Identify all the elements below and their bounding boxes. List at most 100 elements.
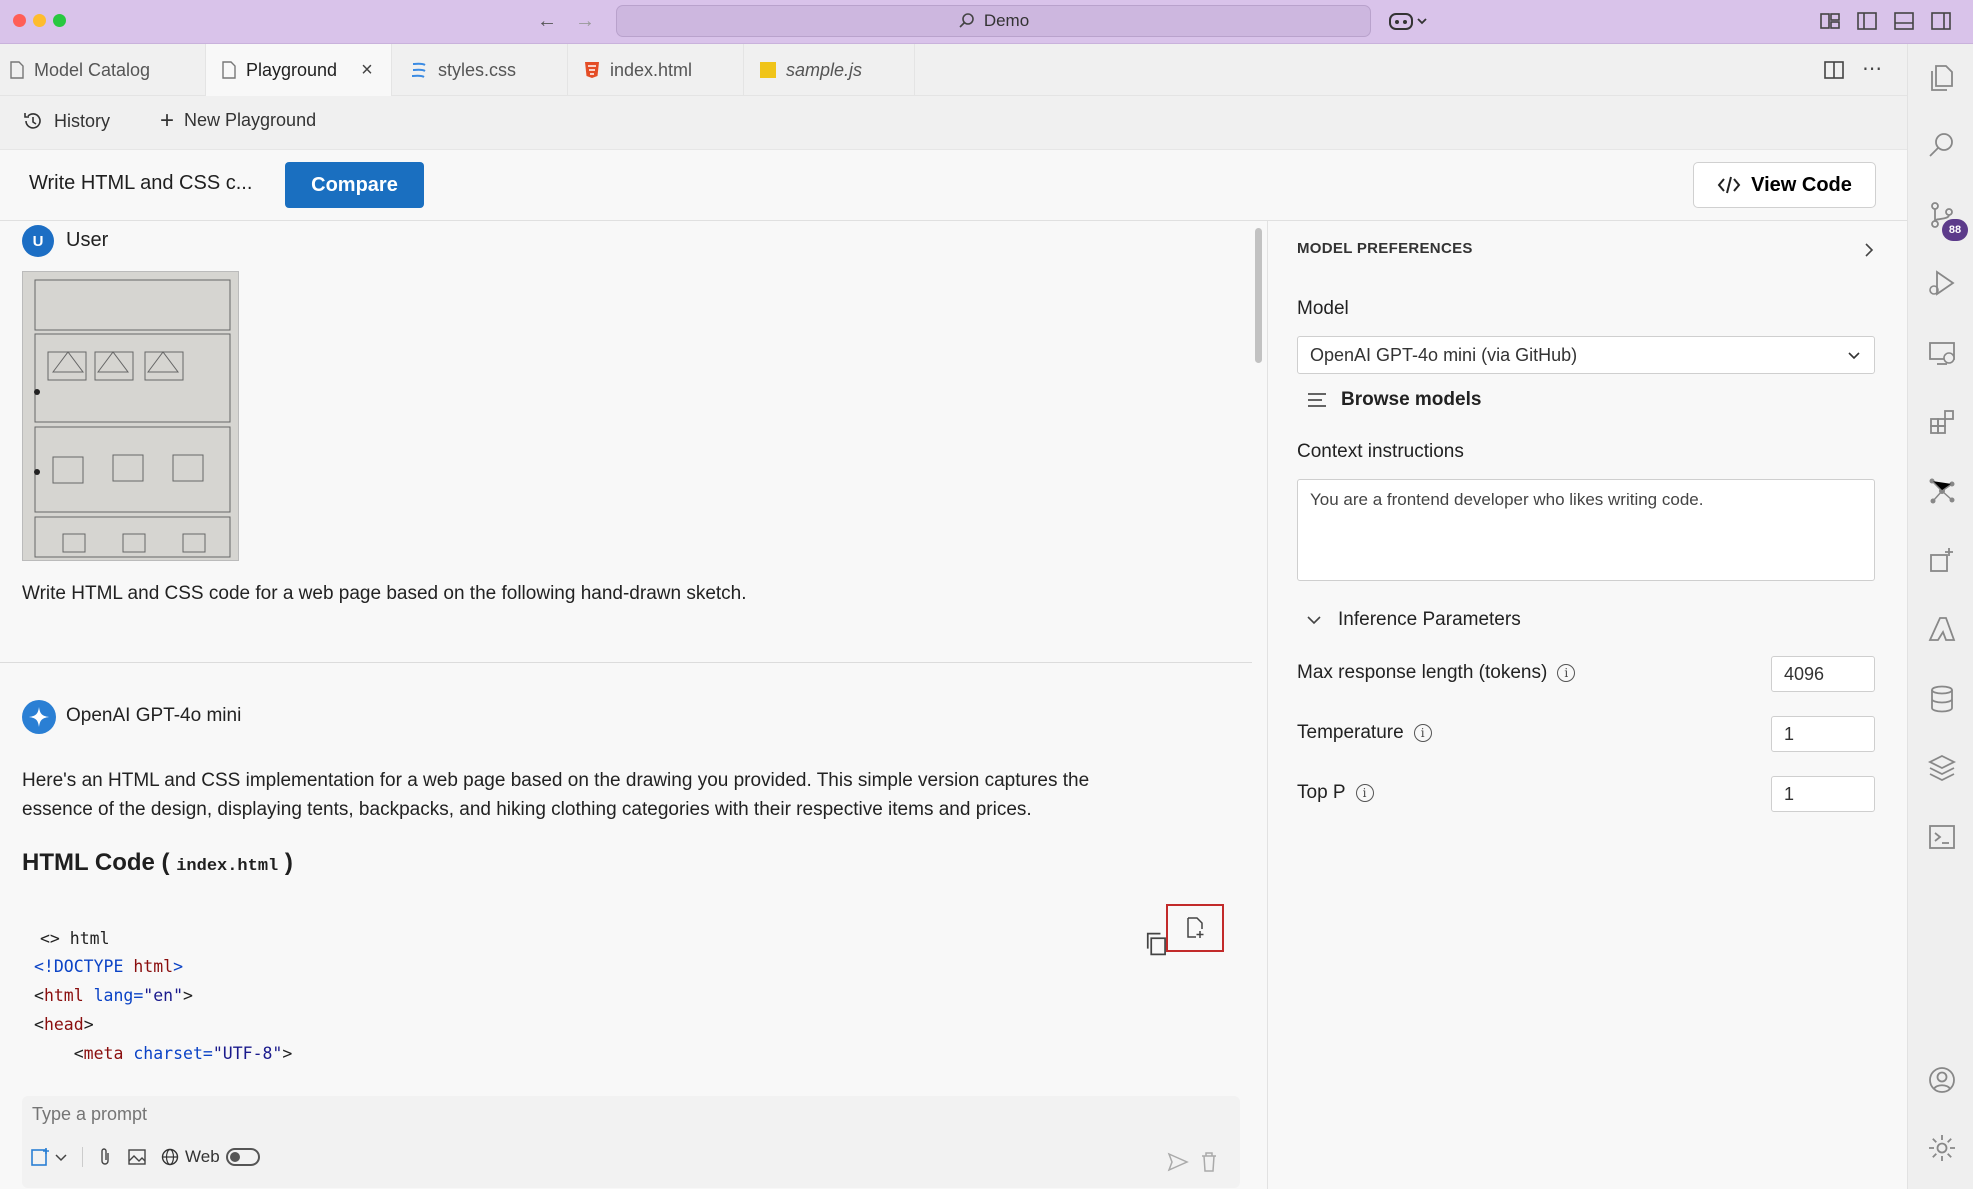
inference-parameters-label: Inference Parameters bbox=[1338, 609, 1521, 630]
compare-button[interactable]: Compare bbox=[285, 162, 424, 208]
top-p-input[interactable] bbox=[1771, 776, 1875, 812]
playground-header: Write HTML and CSS c... Compare View Cod… bbox=[0, 150, 1907, 221]
code-language-label: <> html bbox=[40, 929, 110, 948]
tab-label: sample.js bbox=[786, 59, 863, 80]
close-tab-icon[interactable]: × bbox=[361, 59, 373, 82]
prompt-input[interactable] bbox=[32, 1104, 1222, 1125]
tab-model-catalog[interactable]: Model Catalog bbox=[0, 44, 206, 96]
split-editor-icon[interactable] bbox=[1824, 60, 1844, 80]
search-icon[interactable] bbox=[1927, 130, 1957, 160]
model-value: OpenAI GPT-4o mini (via GitHub) bbox=[1310, 344, 1578, 365]
temperature-row: Temperature i bbox=[1297, 722, 1432, 744]
forward-arrow-icon[interactable]: → bbox=[575, 10, 595, 33]
chevron-right-icon[interactable] bbox=[1862, 242, 1876, 258]
maximize-window-button[interactable] bbox=[53, 14, 66, 27]
gear-icon[interactable] bbox=[1927, 1133, 1957, 1163]
sketch-image[interactable] bbox=[22, 271, 239, 561]
model-preferences-heading: MODEL PREFERENCES bbox=[1297, 240, 1473, 257]
explorer-icon[interactable] bbox=[1927, 63, 1957, 93]
account-icon[interactable] bbox=[1927, 1065, 1957, 1095]
terminal-icon[interactable] bbox=[1927, 822, 1957, 852]
code-icon bbox=[1717, 176, 1741, 194]
code-line: <html lang="en"> bbox=[34, 986, 193, 1005]
browse-models-button[interactable]: Browse models bbox=[1307, 389, 1481, 411]
insert-into-new-file-button[interactable] bbox=[1166, 904, 1224, 952]
message-divider bbox=[0, 662, 1252, 663]
heading-prefix: HTML Code ( bbox=[22, 849, 170, 876]
new-playground-button[interactable]: + New Playground bbox=[160, 108, 316, 132]
more-actions-icon[interactable]: ⋯ bbox=[1862, 56, 1882, 81]
back-arrow-icon[interactable]: ← bbox=[537, 10, 557, 33]
web-toggle-switch[interactable] bbox=[225, 1148, 260, 1166]
max-tokens-input[interactable] bbox=[1771, 656, 1875, 692]
tab-label: index.html bbox=[610, 59, 693, 80]
top-p-label: Top P bbox=[1297, 782, 1346, 803]
html-icon bbox=[585, 62, 599, 78]
toggle-primary-sidebar-icon[interactable] bbox=[1856, 10, 1878, 32]
tab-label: Playground bbox=[246, 59, 338, 80]
history-icon bbox=[24, 113, 41, 129]
chat-scrollbar[interactable] bbox=[1255, 228, 1262, 363]
run-debug-icon[interactable] bbox=[1927, 268, 1957, 298]
temperature-label: Temperature bbox=[1297, 722, 1404, 743]
template-icon bbox=[31, 1148, 49, 1166]
chevron-down-icon bbox=[1307, 616, 1321, 625]
activity-bar: 88 bbox=[1907, 44, 1973, 1189]
code-lines: <!DOCTYPE html> <html lang="en"> <head> … bbox=[34, 952, 292, 1068]
azure-icon[interactable] bbox=[1927, 614, 1957, 644]
info-icon[interactable]: i bbox=[1413, 723, 1432, 742]
attach-icon[interactable] bbox=[97, 1147, 113, 1167]
tab-sample-js[interactable]: sample.js bbox=[744, 44, 915, 96]
add-extension-icon[interactable] bbox=[1927, 545, 1957, 575]
user-message: Write HTML and CSS code for a web page b… bbox=[22, 583, 747, 604]
title-bar: ← → Demo bbox=[0, 0, 1973, 44]
image-icon[interactable] bbox=[127, 1147, 147, 1167]
view-code-button[interactable]: View Code bbox=[1693, 162, 1876, 208]
temperature-input[interactable] bbox=[1771, 716, 1875, 752]
tab-styles-css[interactable]: styles.css bbox=[392, 44, 568, 96]
close-window-button[interactable] bbox=[13, 14, 26, 27]
web-label: Web bbox=[185, 1147, 220, 1166]
info-icon[interactable]: i bbox=[1355, 783, 1374, 802]
tab-label: styles.css bbox=[438, 59, 517, 80]
prompt-template-button[interactable] bbox=[30, 1146, 68, 1168]
toggle-panel-icon[interactable] bbox=[1893, 10, 1915, 32]
send-icon[interactable] bbox=[1167, 1152, 1189, 1172]
tab-playground[interactable]: Playground × bbox=[206, 44, 392, 96]
top-p-row: Top P i bbox=[1297, 782, 1374, 804]
list-icon bbox=[1308, 393, 1326, 407]
history-label: History bbox=[54, 110, 111, 131]
layers-icon[interactable] bbox=[1927, 753, 1957, 783]
context-instructions-field[interactable]: You are a frontend developer who likes w… bbox=[1297, 479, 1875, 581]
web-search-toggle[interactable]: Web bbox=[161, 1147, 260, 1167]
tab-index-html[interactable]: index.html bbox=[568, 44, 744, 96]
remote-explorer-icon[interactable] bbox=[1927, 338, 1957, 368]
history-button[interactable]: History bbox=[22, 110, 110, 132]
copilot-icon[interactable] bbox=[1388, 10, 1428, 32]
globe-icon bbox=[161, 1148, 179, 1166]
command-center-search[interactable]: Demo bbox=[616, 5, 1371, 37]
trash-icon[interactable] bbox=[1200, 1151, 1218, 1173]
sketch-drawing bbox=[23, 272, 238, 560]
minimize-window-button[interactable] bbox=[33, 14, 46, 27]
database-icon[interactable] bbox=[1927, 684, 1957, 714]
ai-toolkit-icon[interactable] bbox=[1927, 476, 1957, 506]
search-text: Demo bbox=[983, 11, 1030, 30]
composer-actions: Web bbox=[30, 1146, 260, 1168]
inference-parameters-toggle[interactable]: Inference Parameters bbox=[1306, 609, 1521, 631]
layout-customize-icon[interactable] bbox=[1819, 10, 1841, 32]
sparkle-icon bbox=[22, 700, 56, 734]
bot-message-line-1: Here's an HTML and CSS implementation fo… bbox=[22, 770, 1090, 791]
toggle-secondary-sidebar-icon[interactable] bbox=[1930, 10, 1952, 32]
model-preferences-panel: MODEL PREFERENCES Model OpenAI GPT-4o mi… bbox=[1268, 221, 1907, 1189]
tab-label: Model Catalog bbox=[34, 59, 151, 80]
model-select[interactable]: OpenAI GPT-4o mini (via GitHub) bbox=[1297, 336, 1875, 374]
model-label: Model bbox=[1297, 298, 1349, 319]
code-line: <meta charset="UTF-8"> bbox=[34, 1044, 293, 1063]
view-code-label: View Code bbox=[1751, 173, 1852, 196]
extensions-icon[interactable] bbox=[1927, 407, 1957, 437]
chevron-down-icon bbox=[55, 1154, 67, 1162]
code-line: <head> bbox=[34, 1015, 94, 1034]
chat-title: Write HTML and CSS c... bbox=[29, 172, 253, 194]
info-icon[interactable]: i bbox=[1557, 663, 1576, 682]
